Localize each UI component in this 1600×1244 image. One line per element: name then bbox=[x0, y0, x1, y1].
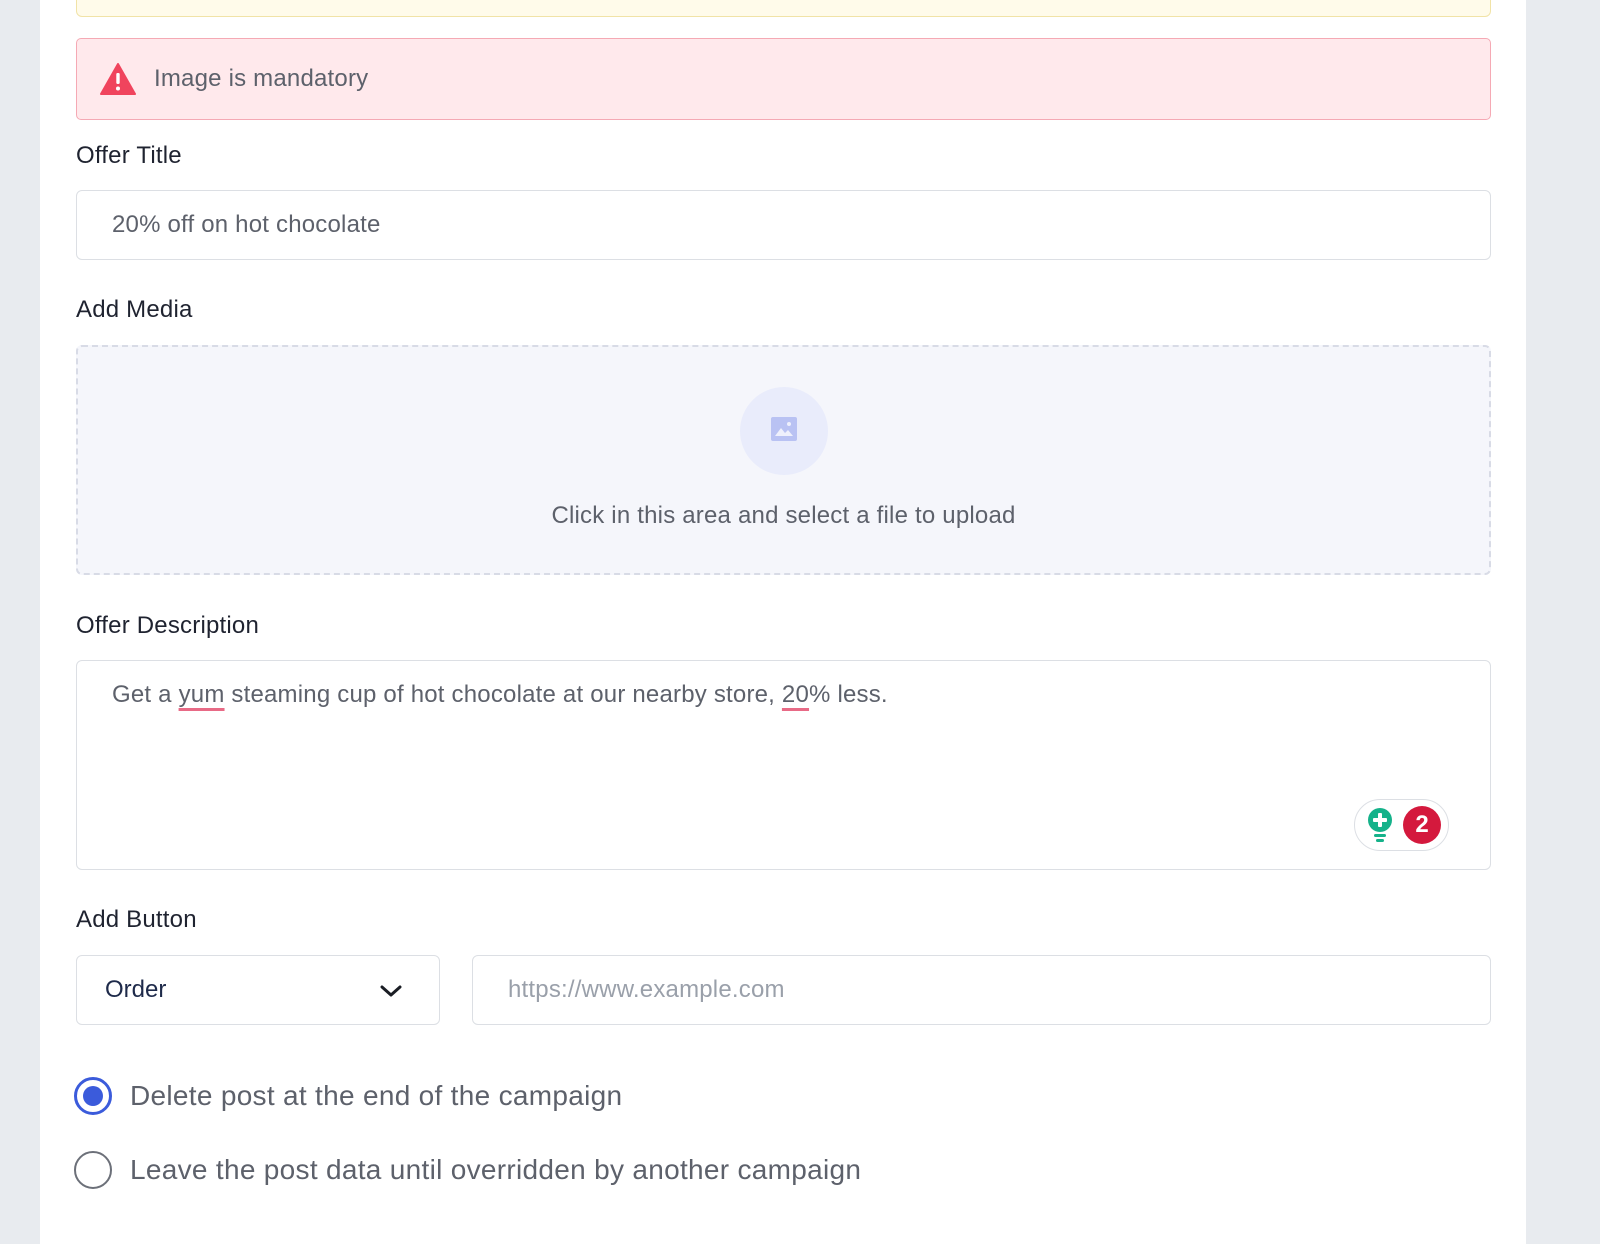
description-text: Get a yum steaming cup of hot chocolate … bbox=[112, 681, 888, 708]
selected-button-type: Order bbox=[105, 976, 167, 1003]
radio-label: Delete post at the end of the campaign bbox=[130, 1080, 623, 1111]
add-media-label: Add Media bbox=[76, 296, 193, 323]
radio-option-delete-post[interactable]: Delete post at the end of the campaign bbox=[74, 1077, 622, 1115]
offer-description-textarea[interactable]: Get a yum steaming cup of hot chocolate … bbox=[76, 660, 1491, 870]
error-message: Image is mandatory bbox=[154, 65, 369, 92]
radio-button[interactable] bbox=[74, 1151, 112, 1189]
button-type-select[interactable]: Order bbox=[76, 955, 440, 1025]
radio-button-checked[interactable] bbox=[74, 1077, 112, 1115]
button-url-input[interactable]: https://www.example.com bbox=[472, 955, 1491, 1025]
warning-triangle-icon bbox=[99, 62, 137, 96]
spelling-flag: yum bbox=[178, 681, 225, 708]
media-upload-dropzone[interactable]: Click in this area and select a file to … bbox=[76, 345, 1491, 575]
image-icon bbox=[770, 416, 798, 447]
offer-description-label: Offer Description bbox=[76, 612, 260, 639]
radio-option-leave-post[interactable]: Leave the post data until overridden by … bbox=[74, 1151, 861, 1189]
offer-title-input[interactable]: 20% off on hot chocolate bbox=[76, 190, 1491, 260]
add-button-label: Add Button bbox=[76, 906, 197, 933]
upload-hint: Click in this area and select a file to … bbox=[551, 502, 1016, 529]
radio-label: Leave the post data until overridden by … bbox=[130, 1154, 862, 1185]
offer-title-label: Offer Title bbox=[76, 142, 182, 169]
issue-count-badge: 2 bbox=[1403, 806, 1441, 844]
spelling-flag: 20 bbox=[781, 681, 810, 708]
lightbulb-icon bbox=[1365, 807, 1395, 843]
upload-image-circle bbox=[740, 387, 828, 475]
warning-banner bbox=[76, 0, 1491, 17]
grammarly-widget[interactable]: 2 bbox=[1354, 799, 1449, 851]
chevron-down-icon bbox=[379, 980, 403, 1000]
form-panel: Image is mandatory Offer Title 20% off o… bbox=[40, 0, 1526, 1244]
error-alert: Image is mandatory bbox=[76, 38, 1491, 120]
